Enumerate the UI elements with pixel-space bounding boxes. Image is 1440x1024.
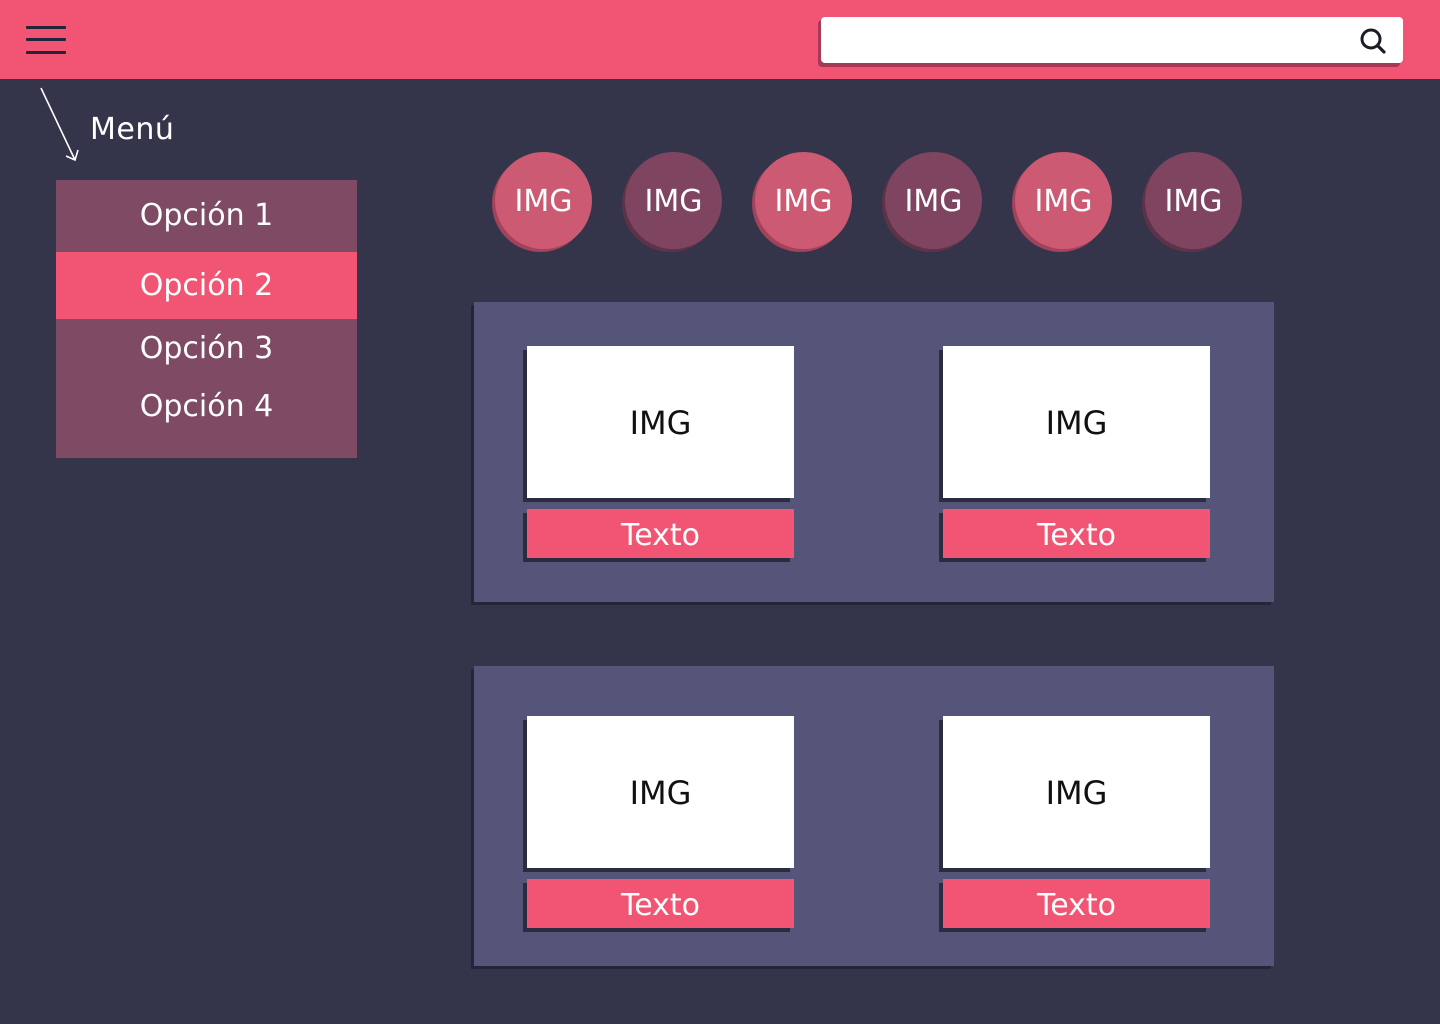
- card-image[interactable]: IMG: [943, 716, 1210, 868]
- card-image[interactable]: IMG: [527, 716, 794, 868]
- menu-item-option-3[interactable]: Opción 3: [56, 319, 357, 379]
- circle-image[interactable]: IMG: [1145, 152, 1242, 249]
- menu-item-option-1[interactable]: Opción 1: [56, 180, 357, 252]
- hamburger-menu-icon[interactable]: [26, 26, 66, 54]
- menu-item-option-2[interactable]: Opción 2: [56, 252, 357, 319]
- card-text-button[interactable]: Texto: [527, 879, 794, 928]
- card-image[interactable]: IMG: [527, 346, 794, 498]
- search-input[interactable]: [821, 17, 1403, 63]
- circle-image[interactable]: IMG: [495, 152, 592, 249]
- menu-label: Menú: [90, 112, 175, 147]
- circle-image[interactable]: IMG: [755, 152, 852, 249]
- menu-item-option-4[interactable]: Opción 4: [56, 379, 357, 439]
- search-bar: [818, 17, 1403, 67]
- card-text-button[interactable]: Texto: [943, 879, 1210, 928]
- hamburger-line: [26, 38, 66, 41]
- circle-image[interactable]: IMG: [1015, 152, 1112, 249]
- card-image[interactable]: IMG: [943, 346, 1210, 498]
- arrow-down-right-icon: [40, 87, 79, 162]
- content-panel: IMG Texto IMG Texto: [474, 666, 1274, 966]
- circle-image[interactable]: IMG: [885, 152, 982, 249]
- side-menu: Opción 1 Opción 2 Opción 3 Opción 4: [56, 180, 357, 458]
- hamburger-line: [26, 26, 66, 29]
- top-bar: [0, 0, 1440, 79]
- hamburger-line: [26, 51, 66, 54]
- card-text-button[interactable]: Texto: [527, 509, 794, 558]
- circle-image[interactable]: IMG: [625, 152, 722, 249]
- search-icon[interactable]: [1358, 26, 1388, 56]
- page: Menú Opción 1 Opción 2 Opción 3 Opción 4…: [0, 0, 1440, 1024]
- content-panel: IMG Texto IMG Texto: [474, 302, 1274, 602]
- card-text-button[interactable]: Texto: [943, 509, 1210, 558]
